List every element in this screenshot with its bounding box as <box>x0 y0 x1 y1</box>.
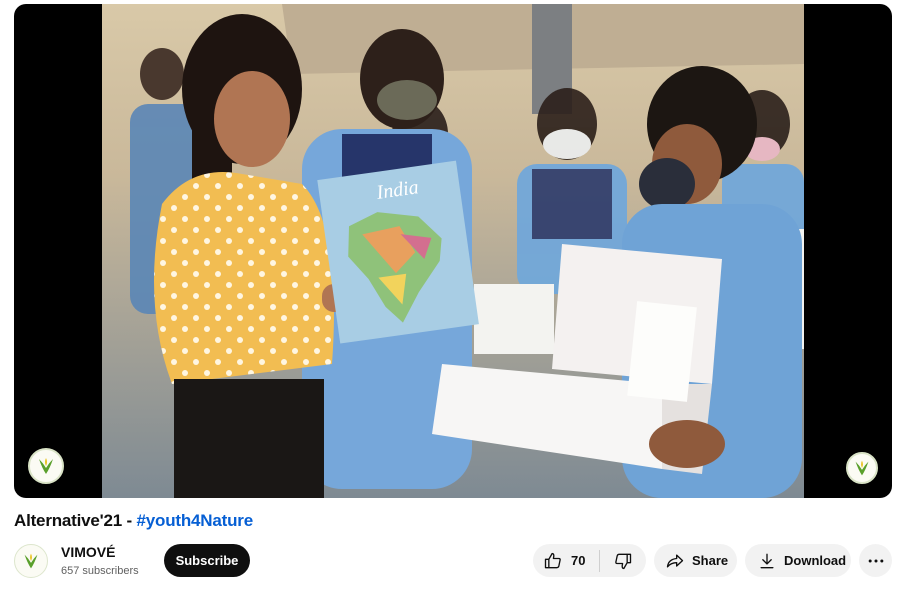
thumbs-down-icon <box>613 551 633 571</box>
like-count: 70 <box>571 553 586 568</box>
video-thumbnail-scene: India <box>102 4 804 498</box>
more-horizontal-icon <box>866 551 886 571</box>
branding-watermark-icon[interactable] <box>846 452 878 484</box>
channel-avatar[interactable] <box>14 544 48 578</box>
channel-watermark-icon[interactable] <box>28 448 64 484</box>
subscriber-count: 657 subscribers <box>61 565 139 577</box>
video-player[interactable]: India <box>14 4 892 498</box>
download-label: Download <box>784 553 847 568</box>
share-arrow-icon <box>665 551 685 571</box>
download-icon <box>757 551 777 571</box>
channel-name-link[interactable]: VIMOVÉ <box>61 544 115 560</box>
subscribe-button[interactable]: Subscribe <box>164 544 250 577</box>
vimove-logo-icon <box>24 553 38 569</box>
like-button[interactable]: 70 <box>533 544 599 577</box>
like-dislike-group: 70 <box>533 544 646 577</box>
share-button[interactable]: Share <box>654 544 737 577</box>
video-frame[interactable]: India <box>102 4 804 498</box>
share-label: Share <box>692 553 729 568</box>
download-button[interactable]: Download <box>745 544 851 577</box>
video-title: Alternative'21 - #youth4Nature <box>14 511 253 531</box>
dislike-button[interactable] <box>600 544 646 577</box>
thumbs-up-icon <box>543 551 563 571</box>
video-title-text: Alternative'21 - <box>14 511 137 530</box>
more-actions-button[interactable] <box>859 544 892 577</box>
video-hashtag-link[interactable]: #youth4Nature <box>137 511 254 530</box>
